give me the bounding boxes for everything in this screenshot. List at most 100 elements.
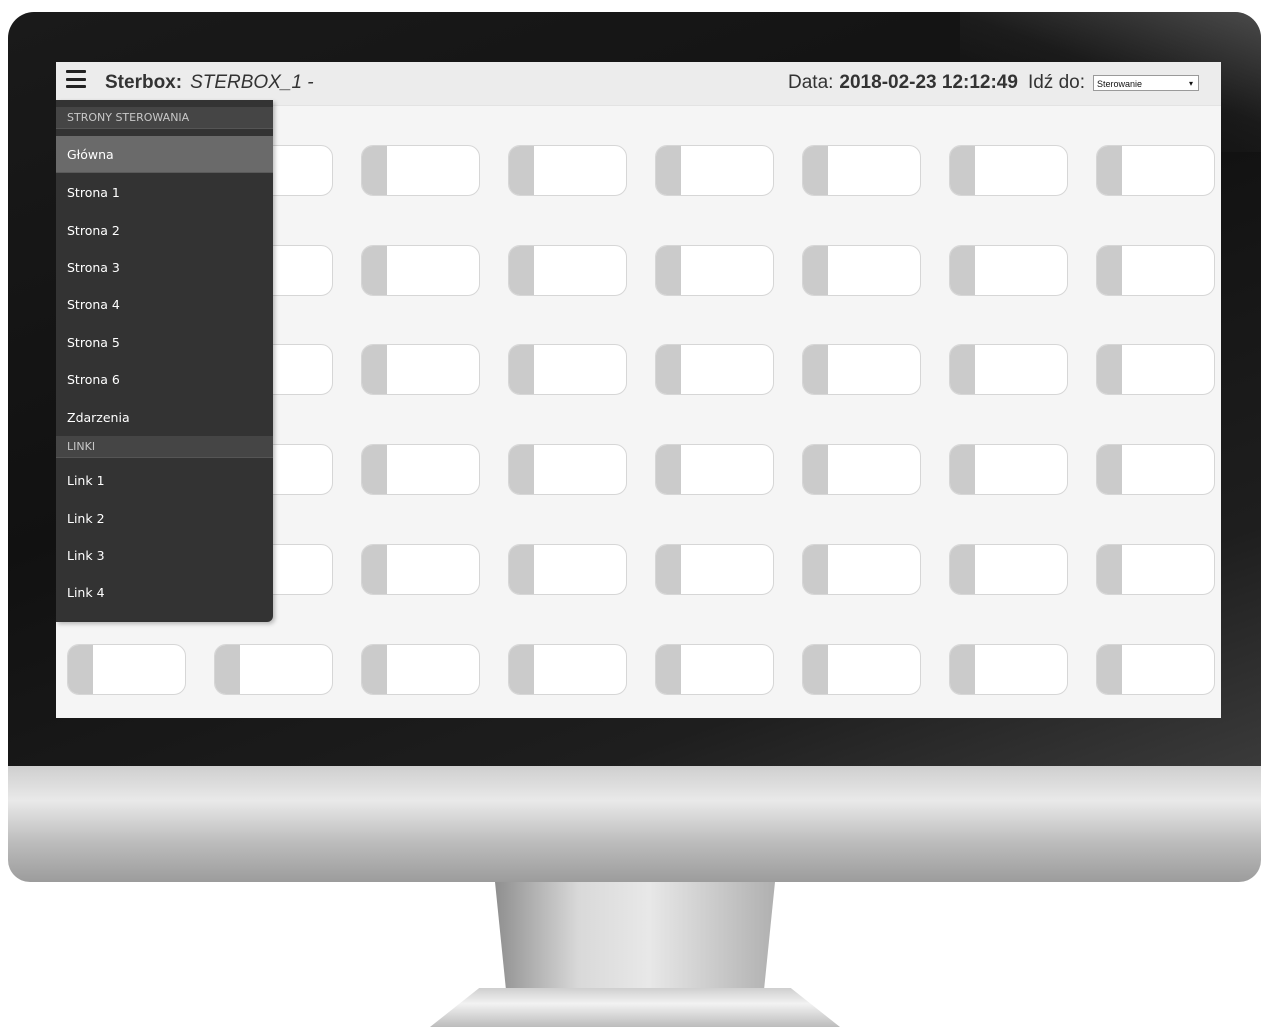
tile-indicator	[1097, 445, 1122, 495]
tile-indicator	[509, 445, 534, 495]
control-tile[interactable]	[949, 643, 1068, 695]
tile-indicator	[362, 644, 387, 694]
control-tile[interactable]	[361, 643, 480, 695]
control-tile[interactable]	[508, 643, 627, 695]
tile-indicator	[803, 544, 828, 594]
menu-item-link-1[interactable]: Link 1	[56, 462, 273, 499]
menu-item-link-3[interactable]: Link 3	[56, 537, 273, 574]
side-menu: STRONY STEROWANIA Główna Strona 1 Strona…	[56, 100, 273, 622]
goto-selected-value: Sterowanie	[1097, 79, 1143, 89]
monitor-stand-neck	[495, 882, 775, 992]
tile-indicator	[1097, 146, 1122, 195]
menu-item-strona-6[interactable]: Strona 6	[56, 361, 273, 398]
control-tile[interactable]	[361, 543, 480, 595]
menu-item-link-2[interactable]: Link 2	[56, 500, 273, 537]
control-tile[interactable]	[949, 244, 1068, 296]
brand: Sterbox: STERBOX_1 -	[105, 72, 314, 94]
device-name: STERBOX_1 -	[190, 72, 314, 93]
tile-indicator	[68, 644, 93, 694]
chevron-down-icon: ▾	[1188, 79, 1193, 88]
tile-indicator	[1097, 245, 1122, 295]
goto-label: Idź do:	[1027, 72, 1085, 93]
menu-item-zdarzenia[interactable]: Zdarzenia	[56, 399, 273, 436]
control-tile[interactable]	[655, 543, 774, 595]
tile-indicator	[362, 146, 387, 195]
tile-indicator	[950, 544, 975, 594]
menu-item-glowna[interactable]: Główna	[56, 136, 273, 173]
tile-indicator	[509, 644, 534, 694]
control-tile[interactable]	[1096, 145, 1215, 196]
control-tile[interactable]	[214, 643, 333, 695]
control-tile[interactable]	[802, 444, 921, 496]
control-tile[interactable]	[1096, 244, 1215, 296]
control-tile[interactable]	[1096, 543, 1215, 595]
control-tile[interactable]	[1096, 643, 1215, 695]
control-tile[interactable]	[949, 444, 1068, 496]
control-tile[interactable]	[802, 543, 921, 595]
tile-indicator	[656, 146, 681, 195]
tile-indicator	[362, 345, 387, 395]
tile-indicator	[509, 146, 534, 195]
tile-indicator	[803, 245, 828, 295]
tile-indicator	[950, 245, 975, 295]
tile-indicator	[656, 445, 681, 495]
tile-indicator	[362, 245, 387, 295]
goto-select[interactable]: Sterowanie ▾	[1093, 75, 1199, 91]
tile-indicator	[803, 345, 828, 395]
tile-indicator	[1097, 644, 1122, 694]
tile-indicator	[362, 445, 387, 495]
control-tile[interactable]	[949, 344, 1068, 396]
tile-indicator	[803, 644, 828, 694]
tile-indicator	[803, 445, 828, 495]
menu-item-strona-1[interactable]: Strona 1	[56, 174, 273, 211]
control-tile[interactable]	[655, 444, 774, 496]
control-tile[interactable]	[1096, 344, 1215, 396]
control-tile[interactable]	[802, 643, 921, 695]
tile-indicator	[950, 345, 975, 395]
menu-item-link-4[interactable]: Link 4	[56, 574, 273, 611]
tile-indicator	[362, 544, 387, 594]
tile-indicator	[950, 146, 975, 195]
menu-item-strona-4[interactable]: Strona 4	[56, 286, 273, 323]
control-tile[interactable]	[508, 543, 627, 595]
control-tile[interactable]	[949, 145, 1068, 196]
menu-item-strona-2[interactable]: Strona 2	[56, 212, 273, 249]
menu-section-links: LINKI	[56, 436, 273, 458]
control-tile[interactable]	[655, 145, 774, 196]
control-tile[interactable]	[655, 344, 774, 396]
control-tile[interactable]	[655, 643, 774, 695]
control-tile[interactable]	[361, 145, 480, 196]
control-tile[interactable]	[508, 145, 627, 196]
control-tile[interactable]	[361, 344, 480, 396]
control-tile[interactable]	[802, 344, 921, 396]
menu-section-pages: STRONY STEROWANIA	[56, 107, 273, 129]
tile-indicator	[509, 245, 534, 295]
control-tile[interactable]	[508, 244, 627, 296]
monitor-stand-foot	[430, 988, 840, 1027]
control-tile[interactable]	[361, 244, 480, 296]
control-tile[interactable]	[802, 244, 921, 296]
control-tile[interactable]	[508, 444, 627, 496]
tile-indicator	[1097, 544, 1122, 594]
menu-item-strona-5[interactable]: Strona 5	[56, 324, 273, 361]
date-value: 2018-02-23 12:12:49	[839, 72, 1018, 93]
control-tile[interactable]	[1096, 444, 1215, 496]
menu-item-strona-3[interactable]: Strona 3	[56, 249, 273, 286]
control-tile[interactable]	[508, 344, 627, 396]
tile-indicator	[656, 345, 681, 395]
control-tile[interactable]	[802, 145, 921, 196]
control-tile[interactable]	[361, 444, 480, 496]
header-right: Data: 2018-02-23 12:12:49 Idź do: Sterow…	[788, 72, 1199, 94]
tile-indicator	[215, 644, 240, 694]
control-tile[interactable]	[655, 244, 774, 296]
screen: Sterbox: STERBOX_1 - Data: 2018-02-23 12:…	[56, 62, 1221, 718]
control-tile[interactable]	[949, 543, 1068, 595]
monitor-chin	[8, 766, 1261, 882]
tile-indicator	[656, 644, 681, 694]
tile-indicator	[509, 544, 534, 594]
tile-indicator	[1097, 345, 1122, 395]
hamburger-menu-icon[interactable]	[66, 70, 86, 88]
tile-indicator	[950, 445, 975, 495]
control-tile[interactable]	[67, 643, 186, 695]
date-label: Data:	[788, 72, 834, 93]
